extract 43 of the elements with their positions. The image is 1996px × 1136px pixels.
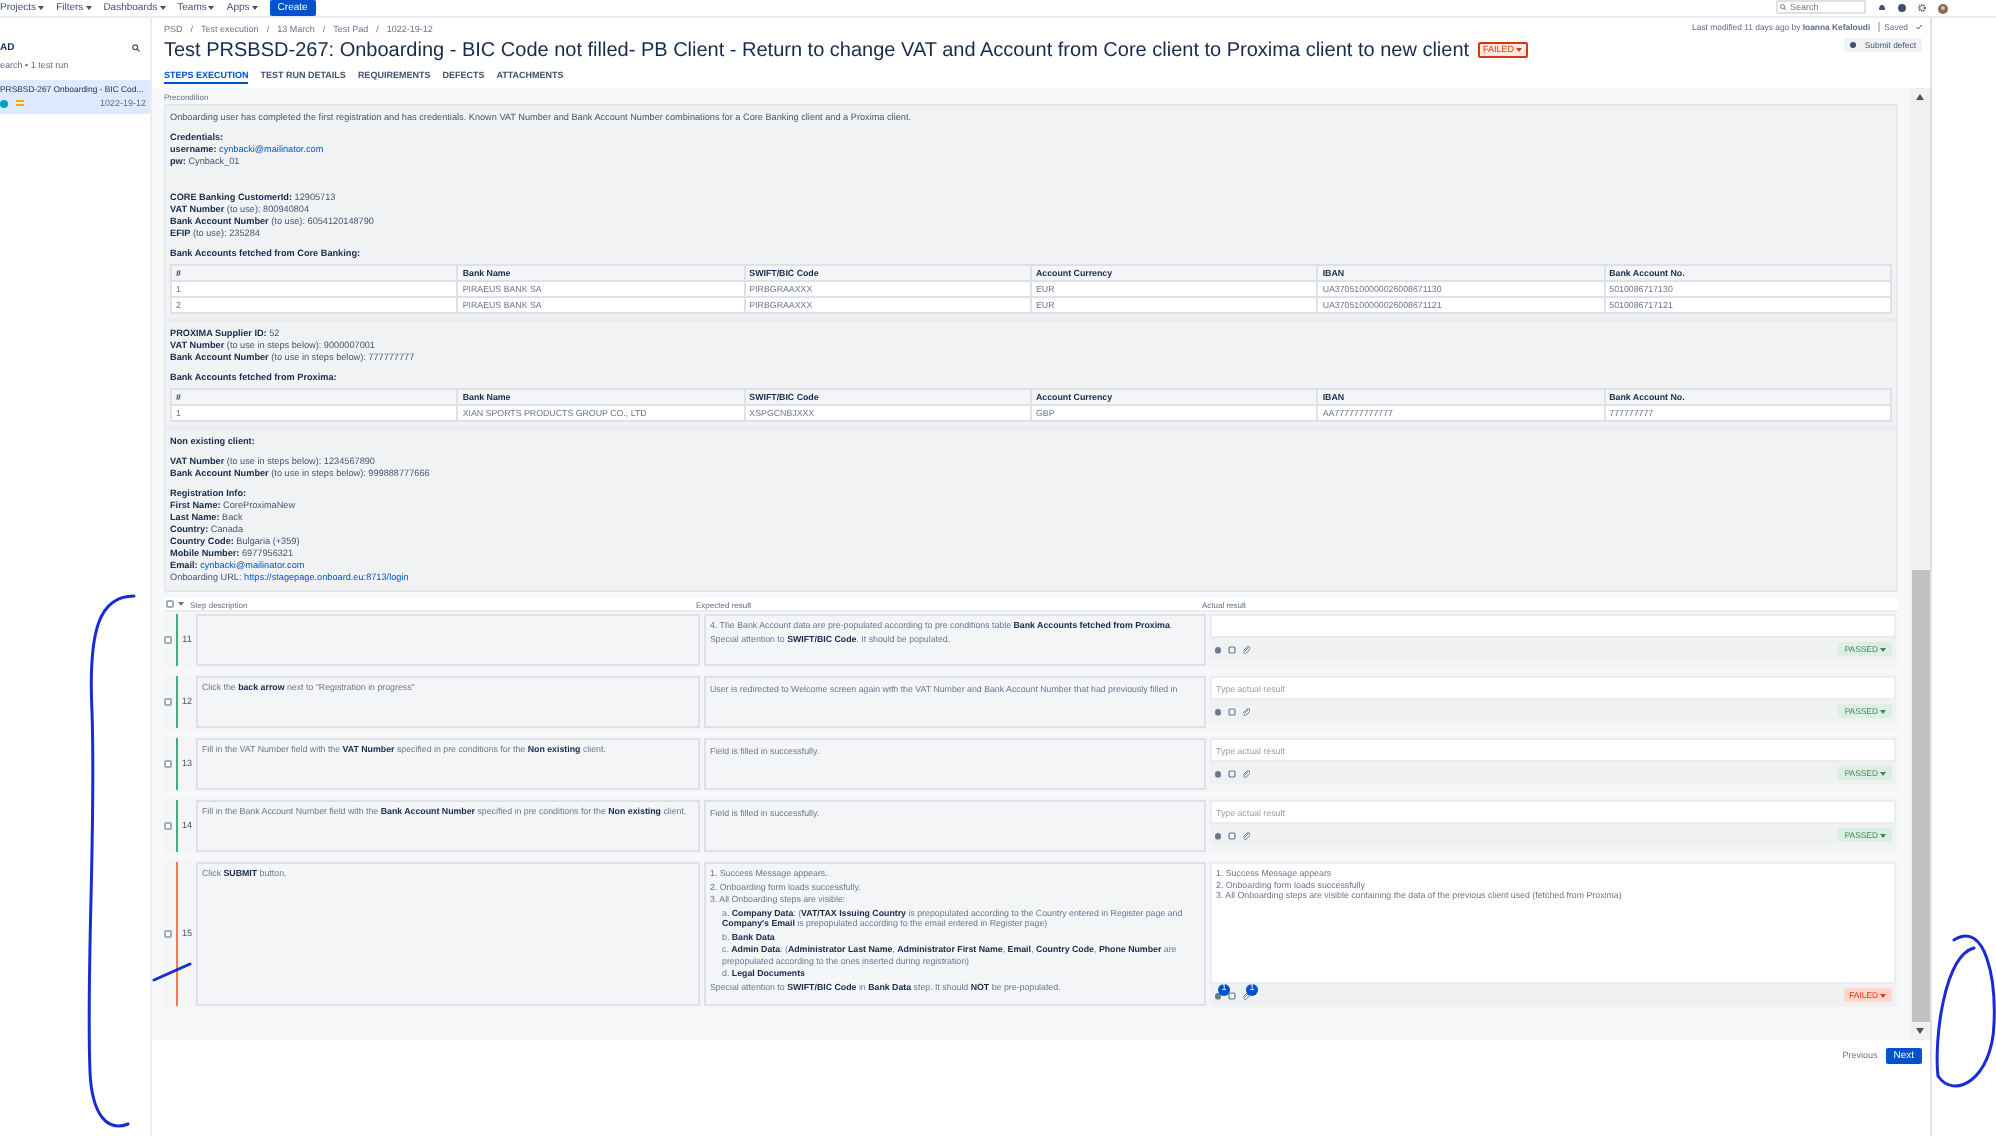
caret-icon bbox=[208, 6, 215, 10]
circle-icon bbox=[0, 99, 8, 108]
copy-icon[interactable] bbox=[1228, 645, 1236, 654]
step-checkbox[interactable] bbox=[164, 822, 172, 831]
caret-icon bbox=[251, 6, 258, 10]
paperclip-icon[interactable] bbox=[1242, 991, 1250, 999]
check-icon bbox=[1916, 24, 1922, 31]
pen-tick-drawing bbox=[152, 962, 192, 982]
caret-icon bbox=[38, 6, 45, 10]
copy-icon[interactable] bbox=[1228, 707, 1236, 716]
up-arrow-icon[interactable] bbox=[1916, 94, 1924, 101]
caret-icon bbox=[159, 6, 166, 10]
paperclip-icon[interactable] bbox=[1242, 645, 1250, 654]
actual-result-field[interactable] bbox=[1210, 614, 1896, 639]
step-checkbox[interactable] bbox=[164, 636, 172, 645]
avatar-icon[interactable] bbox=[1938, 3, 1948, 13]
paperclip-icon[interactable] bbox=[1242, 831, 1250, 840]
paperclip-icon[interactable] bbox=[1242, 769, 1250, 778]
search-icon[interactable] bbox=[132, 44, 140, 53]
sort-icon[interactable] bbox=[178, 602, 184, 607]
down-arrow-icon[interactable] bbox=[1916, 1028, 1924, 1035]
scrollbar-thumb[interactable] bbox=[1911, 570, 1929, 1023]
copy-icon[interactable] bbox=[1228, 831, 1236, 840]
copy-icon[interactable] bbox=[1228, 769, 1236, 778]
page-title: Test PRSBSD-267: Onboarding - BIC Code not filled- PB Client - Return to change VAT and Account from Core client to Proxima client to new client bbox=[164, 39, 1470, 62]
caret-icon bbox=[85, 6, 92, 10]
select-all-checkbox[interactable] bbox=[166, 600, 174, 609]
caret-icon bbox=[1880, 993, 1886, 997]
caret-icon bbox=[1880, 709, 1886, 714]
copy-icon[interactable] bbox=[1228, 991, 1236, 999]
caret-icon bbox=[1516, 48, 1523, 53]
caret-icon bbox=[1880, 647, 1886, 652]
paperclip-icon[interactable] bbox=[1242, 707, 1250, 716]
step-checkbox[interactable] bbox=[164, 698, 172, 707]
equals-icon bbox=[16, 100, 24, 107]
search-icon bbox=[1780, 4, 1786, 11]
step-checkbox[interactable] bbox=[164, 760, 172, 769]
scrollbar-track[interactable] bbox=[1910, 88, 1930, 1041]
gear-icon[interactable] bbox=[1918, 4, 1926, 12]
bell-icon[interactable] bbox=[1878, 4, 1886, 12]
caret-icon bbox=[1880, 771, 1886, 776]
caret-icon bbox=[1880, 833, 1886, 838]
step-checkbox[interactable] bbox=[164, 930, 172, 939]
